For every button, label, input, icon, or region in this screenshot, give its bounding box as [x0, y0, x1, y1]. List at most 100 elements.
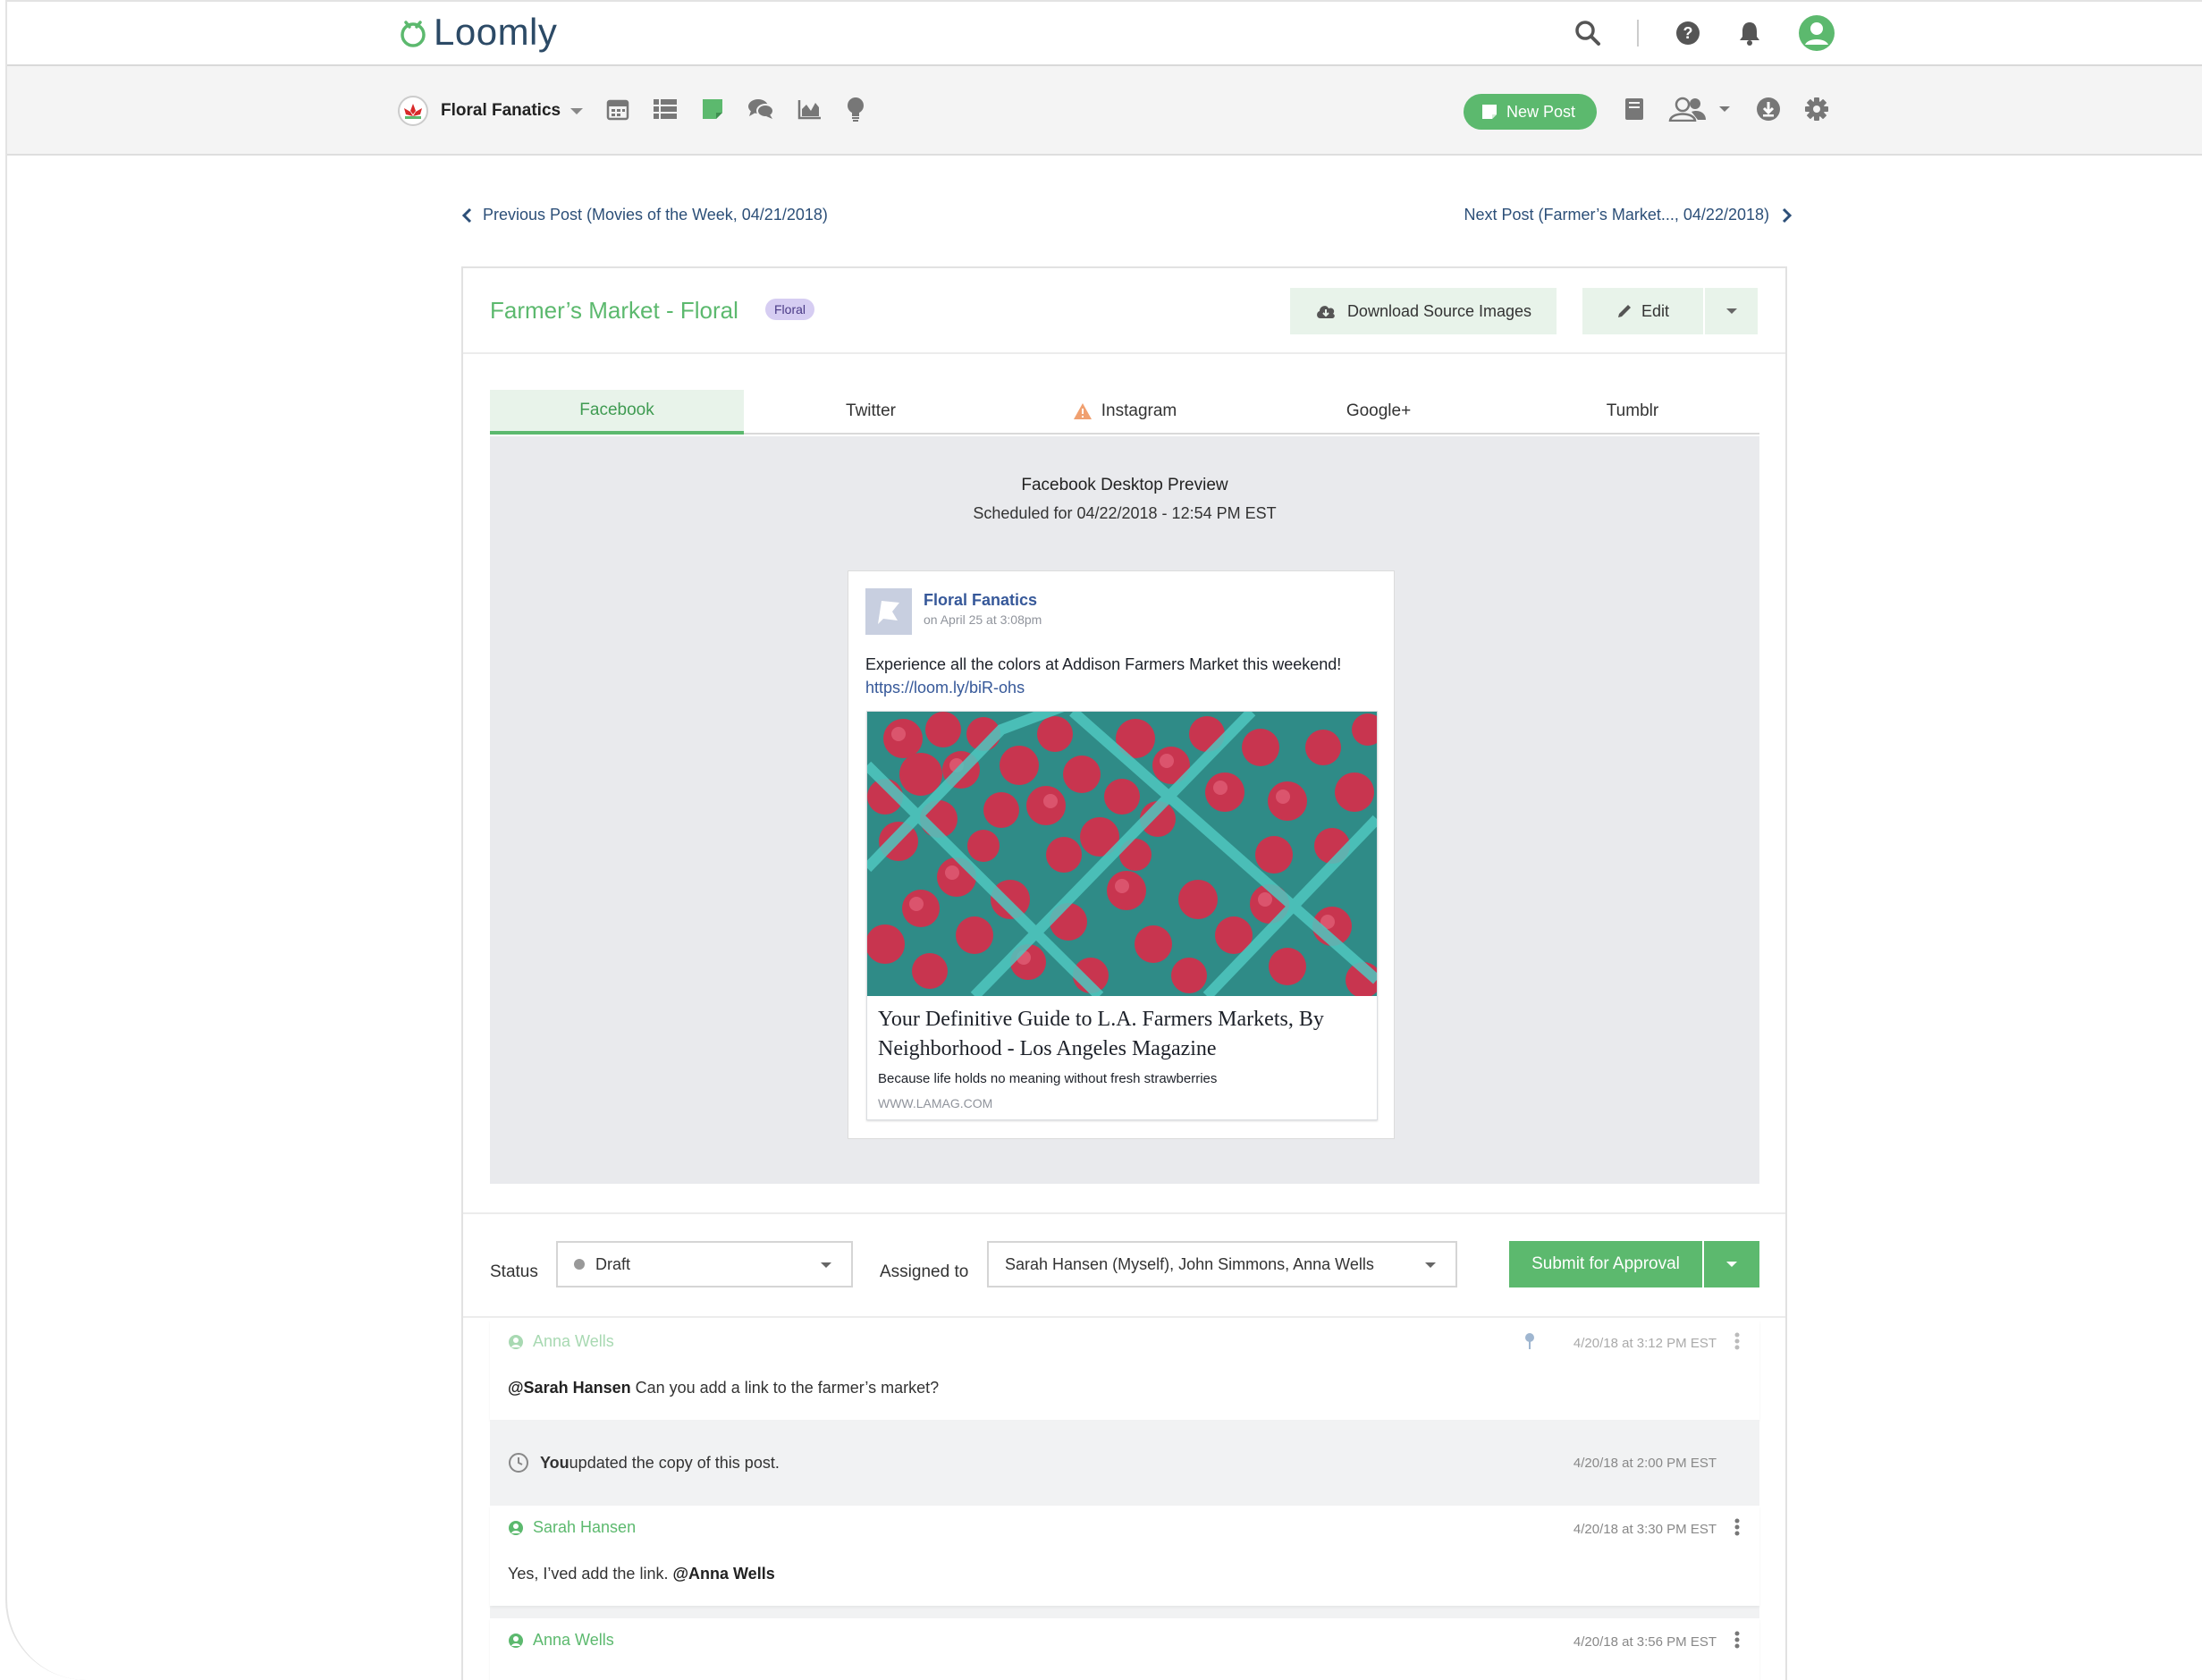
mention[interactable]: @Sarah Hansen: [508, 1379, 631, 1397]
network-tabs: Facebook Twitter Instagram Google+ Tumbl…: [490, 390, 1759, 435]
activity-time: 4/20/18 at 2:00 PM EST: [1573, 1456, 1717, 1471]
status-select[interactable]: Draft: [556, 1241, 853, 1287]
author-name: Anna Wells: [533, 1332, 614, 1350]
mention[interactable]: @Anna Wells: [672, 1565, 774, 1583]
status-dot: [574, 1259, 585, 1270]
status-value: Draft: [595, 1254, 631, 1273]
tab-label: Instagram: [1101, 401, 1177, 420]
tab-label: Twitter: [846, 401, 896, 420]
team-menu[interactable]: [1668, 97, 1733, 122]
search-icon[interactable]: [1574, 20, 1601, 46]
tab-facebook[interactable]: Facebook: [490, 390, 744, 435]
page-avatar: [865, 588, 912, 635]
settings-icon[interactable]: [1804, 97, 1829, 122]
chevron-down-icon: [1725, 308, 1737, 314]
assigned-label: Assigned to: [880, 1262, 969, 1281]
chevron-down-icon: [1425, 1262, 1436, 1268]
preview-title: Facebook Desktop Preview: [1021, 476, 1228, 494]
status-row: Status Draft Assigned to Sarah Hansen (M…: [463, 1212, 1785, 1318]
tab-tumblr[interactable]: Tumblr: [1506, 390, 1759, 433]
link-domain: WWW.LAMAG.COM: [878, 1096, 993, 1110]
calendar-toolbar: Floral Fanatics New Post: [7, 66, 2202, 156]
calendar-name: Floral Fanatics: [441, 101, 561, 120]
link-attachment[interactable]: Your Definitive Guide to L.A. Farmers Ma…: [866, 711, 1378, 1120]
facebook-post-link[interactable]: https://loom.ly/biR-ohs: [865, 679, 1025, 697]
right-tools: [1624, 97, 1852, 122]
more-options-icon[interactable]: [1734, 1631, 1740, 1649]
comment-author[interactable]: Anna Wells: [508, 1332, 614, 1351]
user-icon: [509, 1520, 523, 1535]
user-icon: [509, 1334, 523, 1349]
user-avatar-icon[interactable]: [1798, 14, 1835, 52]
submit-dropdown-toggle[interactable]: [1704, 1260, 1759, 1269]
comment-time: 4/20/18 at 3:12 PM EST: [1573, 1336, 1717, 1351]
activity-feed: Anna Wells 4/20/18 at 3:12 PM EST @Sarah…: [490, 1320, 1759, 1680]
next-post-label: Next Post (Farmer’s Market..., 04/22/201…: [1464, 206, 1769, 224]
facebook-post-date: on April 25 at 3:08pm: [924, 612, 1042, 627]
bell-icon[interactable]: [1737, 20, 1762, 46]
preview-scheduled: Scheduled for 04/22/2018 - 12:54 PM EST: [973, 504, 1277, 522]
help-icon[interactable]: ?: [1675, 20, 1701, 46]
edit-button[interactable]: Edit: [1582, 288, 1705, 334]
facebook-post-text: Experience all the colors at Addison Far…: [865, 655, 1342, 673]
author-name: Sarah Hansen: [533, 1518, 637, 1536]
calendar-icon[interactable]: [606, 97, 629, 121]
comments-icon[interactable]: [747, 97, 774, 121]
download-icon[interactable]: [1756, 97, 1781, 122]
raspberries-image: [867, 712, 1377, 996]
post-card: Farmer’s Market - Floral Floral Download…: [461, 266, 1787, 1680]
tab-instagram[interactable]: Instagram: [998, 390, 1252, 433]
pencil-icon: [1617, 305, 1631, 317]
lightbulb-icon[interactable]: [846, 97, 865, 122]
new-post-button[interactable]: New Post: [1464, 94, 1598, 130]
download-source-images-button[interactable]: Download Source Images: [1290, 288, 1557, 334]
post-title: Farmer’s Market - Floral: [490, 297, 738, 324]
logo-text: Loomly: [434, 11, 558, 53]
calendar-switcher[interactable]: Floral Fanatics: [398, 96, 586, 126]
pin-icon[interactable]: [1523, 1332, 1536, 1350]
list-icon[interactable]: [653, 98, 678, 120]
comment-body: @Sarah Hansen Can you add a link to the …: [508, 1379, 939, 1397]
app-window: Loomly ? Floral Fanatics New Post Previo…: [5, 0, 2202, 1680]
author-name: Anna Wells: [533, 1631, 614, 1649]
next-post-link[interactable]: Next Post (Farmer’s Market..., 04/22/201…: [1464, 206, 1793, 224]
chevron-down-icon: [1719, 106, 1730, 112]
comment-body: Yes, I’ved add the link. @Anna Wells: [508, 1565, 775, 1583]
comment-author[interactable]: Sarah Hansen: [508, 1518, 636, 1537]
loomly-logo-icon: [401, 21, 426, 47]
previous-post-label: Previous Post (Movies of the Week, 04/21…: [483, 206, 828, 224]
users-icon: [1668, 97, 1706, 122]
library-icon[interactable]: [1624, 97, 1645, 122]
top-icons: ?: [1539, 14, 1835, 52]
edit-label: Edit: [1641, 301, 1670, 320]
chevron-right-icon: [1782, 207, 1793, 223]
activity-description: updated the copy of this post.: [569, 1453, 780, 1472]
comment-text: Can you add a link to the farmer’s marke…: [630, 1379, 940, 1397]
comment: Anna Wells 4/20/18 at 3:12 PM EST @Sarah…: [490, 1320, 1759, 1420]
link-description: Because life holds no meaning without fr…: [878, 1071, 1218, 1086]
submit-for-approval-button[interactable]: Submit for Approval: [1509, 1241, 1704, 1287]
svg-text:?: ?: [1683, 24, 1693, 42]
top-bar: Loomly ?: [7, 2, 2202, 66]
edit-dropdown-toggle[interactable]: [1705, 307, 1758, 316]
user-icon: [509, 1633, 523, 1648]
edit-button-group: Edit: [1582, 288, 1758, 334]
status-label: Status: [490, 1262, 538, 1281]
post-ideas-icon[interactable]: [701, 97, 724, 121]
post-header: Farmer’s Market - Floral Floral Download…: [463, 268, 1785, 354]
comment-author[interactable]: Anna Wells: [508, 1631, 614, 1650]
comment-text: Yes, I’ved add the link.: [508, 1565, 673, 1583]
assignees-value: Sarah Hansen (Myself), John Simmons, Ann…: [1005, 1254, 1374, 1273]
tab-twitter[interactable]: Twitter: [744, 390, 998, 433]
analytics-icon[interactable]: [797, 98, 823, 120]
assignees-select[interactable]: Sarah Hansen (Myself), John Simmons, Ann…: [987, 1241, 1457, 1287]
loomly-logo[interactable]: Loomly: [398, 11, 557, 54]
flower-icon: [404, 104, 422, 119]
tab-google-plus[interactable]: Google+: [1252, 390, 1506, 433]
previous-post-link[interactable]: Previous Post (Movies of the Week, 04/21…: [461, 206, 828, 224]
more-options-icon[interactable]: [1734, 1332, 1740, 1350]
link-headline: Your Definitive Guide to L.A. Farmers Ma…: [878, 1008, 1324, 1060]
flag-icon: [878, 601, 899, 624]
more-options-icon[interactable]: [1734, 1518, 1740, 1536]
post-tag[interactable]: Floral: [765, 299, 815, 320]
